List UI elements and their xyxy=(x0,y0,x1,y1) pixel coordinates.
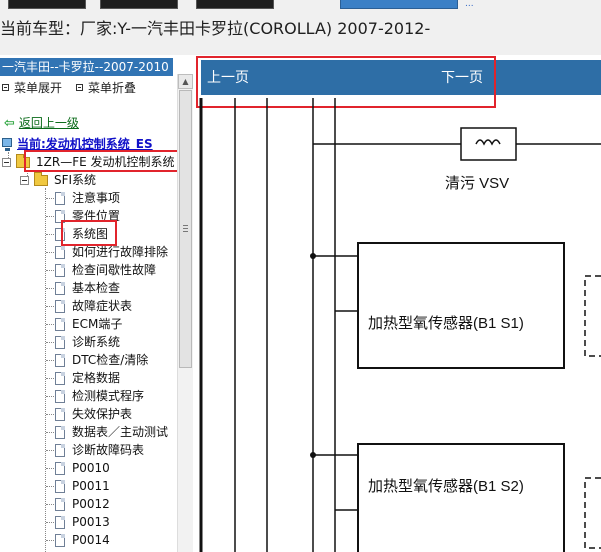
folder-open-icon xyxy=(34,172,48,186)
highlight-selected-item xyxy=(61,220,117,246)
document-icon xyxy=(55,282,65,295)
tree-item[interactable]: P0014 xyxy=(40,531,110,549)
tree-item-label: P0014 xyxy=(72,533,110,547)
tree-item[interactable]: P0013 xyxy=(40,513,110,531)
tree-item[interactable]: P0010 xyxy=(40,459,110,477)
tree-item[interactable]: ECM端子 xyxy=(40,315,122,333)
tree-item-label: 故障症状表 xyxy=(72,299,133,313)
tree-item-label: 基本检查 xyxy=(72,281,121,295)
sensor-2-label: 加热型氧传感器(B1 S2) xyxy=(368,478,524,495)
sensor-1-label: 加热型氧传感器(B1 S1) xyxy=(368,315,524,332)
toolbar-tab[interactable] xyxy=(196,0,274,9)
document-icon xyxy=(55,444,65,457)
dashed-element xyxy=(584,477,601,549)
tree-item-label: 注意事项 xyxy=(72,191,121,205)
expand-menu-button[interactable]: 菜单展开 xyxy=(2,80,62,96)
tree-item-label: 诊断故障码表 xyxy=(72,443,145,457)
tree-item[interactable]: 诊断故障码表 xyxy=(40,441,144,459)
tree-item[interactable]: P0011 xyxy=(40,477,110,495)
vsv-label: 清污 VSV xyxy=(445,175,509,192)
document-icon xyxy=(55,300,65,313)
document-icon xyxy=(55,498,65,511)
sidebar-model-header: 一汽丰田--卡罗拉--2007-2010 xyxy=(0,58,173,76)
scroll-thumb[interactable] xyxy=(179,90,192,368)
tree-item[interactable]: 基本检查 xyxy=(40,279,120,297)
tree-item-label: DTC检查/清除 xyxy=(72,353,149,367)
tree-node-sfi[interactable]: SFI系统 xyxy=(20,171,96,189)
computer-icon xyxy=(2,138,12,151)
top-toolbar: ... xyxy=(0,0,601,11)
document-icon xyxy=(55,462,65,475)
tree-item-label: 如何进行故障排除 xyxy=(72,245,169,259)
tree-item[interactable]: 数据表／主动测试 xyxy=(40,423,168,441)
content-panel: 上一页 下一页 清污 VSV 加热型氧传感器(B1 S1) 加热型氧传感器(B1… xyxy=(193,56,601,552)
document-icon xyxy=(55,426,65,439)
toolbar-tab[interactable] xyxy=(8,0,86,9)
sidebar-scrollbar[interactable]: ▲ xyxy=(177,74,193,552)
highlight-engine-node xyxy=(24,150,180,172)
sensor-1-box xyxy=(357,242,565,369)
vsv-box xyxy=(460,127,517,161)
document-icon xyxy=(55,534,65,547)
sidebar: 一汽丰田--卡罗拉--2007-2010 菜单展开 菜单折叠 ⇦ 返回上一级 当前… xyxy=(0,56,193,552)
tree-item-label: 定格数据 xyxy=(72,371,121,385)
document-icon xyxy=(55,264,65,277)
document-icon xyxy=(55,318,65,331)
document-icon xyxy=(55,192,65,205)
expand-icon xyxy=(2,84,9,91)
tree-item-label: 检查间歇性故障 xyxy=(72,263,157,277)
tree-item-label: P0010 xyxy=(72,461,110,475)
tree-item-label: P0011 xyxy=(72,479,110,493)
document-icon xyxy=(55,372,65,385)
back-link[interactable]: ⇦ 返回上一级 xyxy=(4,116,79,131)
tree-item-label: ECM端子 xyxy=(72,317,123,331)
tree-item-label: 检测模式程序 xyxy=(72,389,145,403)
dashed-element xyxy=(584,275,601,357)
document-icon xyxy=(55,516,65,529)
app-window: { "header": { "current_model": "当前车型：厂家:… xyxy=(0,0,601,552)
tree-item-label: 失效保护表 xyxy=(72,407,133,421)
toolbar-tab[interactable] xyxy=(100,0,178,9)
tree-item-label: P0013 xyxy=(72,515,110,529)
document-icon xyxy=(55,480,65,493)
tree-item[interactable]: 定格数据 xyxy=(40,369,120,387)
tree-item[interactable]: 诊断系统 xyxy=(40,333,120,351)
collapse-icon xyxy=(76,84,83,91)
more-link[interactable]: ... xyxy=(465,0,474,9)
document-icon xyxy=(55,408,65,421)
document-icon xyxy=(55,390,65,403)
document-icon xyxy=(55,336,65,349)
toolbar-tab-active[interactable] xyxy=(340,0,458,9)
document-icon xyxy=(55,246,65,259)
collapse-node-icon[interactable] xyxy=(20,176,29,185)
tree-item[interactable]: 检测模式程序 xyxy=(40,387,144,405)
tree-item[interactable]: P0012 xyxy=(40,495,110,513)
tree-item[interactable]: 失效保护表 xyxy=(40,405,132,423)
tree-item-label: P0012 xyxy=(72,497,110,511)
tree-item-label: 数据表／主动测试 xyxy=(72,425,169,439)
tree-item-label: 诊断系统 xyxy=(72,335,121,349)
current-model-label: 当前车型：厂家:Y-一汽丰田卡罗拉(COROLLA) 2007-2012- xyxy=(0,19,431,38)
tree-item[interactable]: 注意事项 xyxy=(40,189,120,207)
document-icon xyxy=(55,354,65,367)
tree-item[interactable]: DTC检查/清除 xyxy=(40,351,148,369)
sensor-2-box xyxy=(357,443,565,552)
collapse-menu-button[interactable]: 菜单折叠 xyxy=(76,80,136,96)
system-diagram: 清污 VSV 加热型氧传感器(B1 S1) 加热型氧传感器(B1 S2) xyxy=(199,98,601,552)
back-arrow-icon: ⇦ xyxy=(4,116,15,131)
scroll-up-arrow-icon[interactable]: ▲ xyxy=(178,74,193,89)
tree-item[interactable]: 故障症状表 xyxy=(40,297,132,315)
collapse-node-icon[interactable] xyxy=(2,158,11,167)
tree-item[interactable]: 检查间歇性故障 xyxy=(40,261,156,279)
